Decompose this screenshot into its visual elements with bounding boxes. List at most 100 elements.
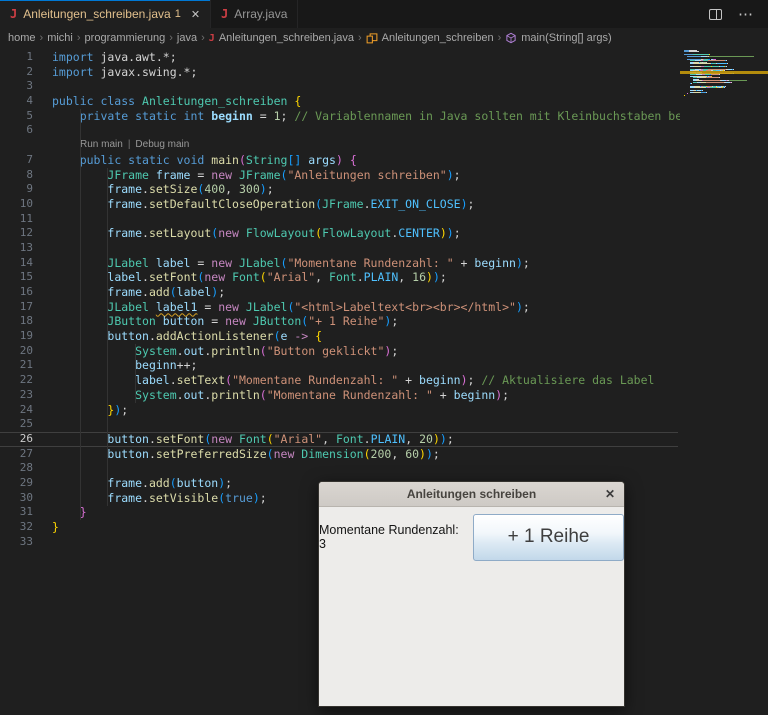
code-line[interactable]: 1 import java.awt.*;	[0, 50, 680, 65]
breadcrumb-separator: ›	[497, 32, 502, 44]
rounds-label: Momentane Rundenzahl: 3	[319, 523, 459, 551]
code-line[interactable]: 26 button.setFont(new Font("Arial", Font…	[0, 431, 680, 447]
code-line[interactable]: 5 private static int beginn = 1; // Vari…	[0, 109, 680, 124]
code-text: button.setPreferredSize(new Dimension(20…	[107, 446, 440, 461]
code-line[interactable]: 7 public static void main(String[] args)…	[0, 153, 680, 168]
code-line[interactable]: 18 JButton button = new JButton("+ 1 Rei…	[0, 314, 680, 329]
line-number: 3	[26, 79, 33, 93]
indent-guide	[135, 344, 137, 403]
codelens-debug-link[interactable]: Debug main	[135, 138, 189, 153]
tab-anleitungen-schreiben[interactable]: J Anleitungen_schreiben.java 1 ✕	[0, 0, 212, 28]
codelens: Run main | Debug main	[0, 138, 680, 153]
line-number: 31	[19, 505, 33, 519]
line-number: 14	[19, 255, 33, 269]
split-editor-icon[interactable]	[709, 8, 722, 20]
code-line[interactable]: 16 frame.add(label);	[0, 285, 680, 300]
line-number: 10	[19, 196, 33, 210]
breadcrumb-java[interactable]: java	[177, 32, 197, 44]
line-number: 25	[19, 417, 33, 431]
code-text: public class Anleitungen_schreiben {	[52, 94, 302, 109]
swing-titlebar[interactable]: Anleitungen schreiben ✕	[319, 482, 624, 507]
code-text: System.out.println("Button geklickt");	[135, 343, 399, 358]
code-text: beginn++;	[135, 358, 198, 373]
code-text: }	[79, 505, 87, 520]
code-text: import javax.swing.*;	[52, 64, 198, 79]
code-line[interactable]: 13	[0, 241, 680, 256]
breadcrumb-separator: ›	[357, 32, 362, 44]
code-line[interactable]: 24 });	[0, 403, 680, 418]
line-number: 33	[19, 534, 33, 548]
code-line[interactable]: 12 frame.setLayout(new FlowLayout(FlowLa…	[0, 226, 680, 241]
code-text: frame.add(label);	[107, 285, 226, 299]
editor-actions: ⋯	[709, 0, 768, 28]
code-line[interactable]: 10 frame.setDefaultCloseOperation(JFrame…	[0, 197, 680, 212]
tab-label: Anleitungen_schreiben.java	[23, 7, 171, 21]
code-line[interactable]: 8 JFrame frame = new JFrame("Anleitungen…	[0, 168, 680, 183]
code-text: JFrame frame = new JFrame("Anleitungen s…	[107, 167, 461, 182]
minimap-content	[680, 48, 768, 97]
code-line[interactable]: 11	[0, 212, 680, 227]
code-line[interactable]: 21 beginn++;	[0, 358, 680, 373]
breadcrumb-home[interactable]: home	[8, 32, 36, 44]
code-text: frame.setSize(400, 300);	[107, 182, 274, 197]
line-number: 15	[19, 270, 33, 284]
breadcrumb-class[interactable]: Anleitungen_schreiben	[366, 32, 494, 44]
code-line[interactable]: 3	[0, 79, 680, 94]
line-number: 5	[26, 108, 33, 122]
line-number: 29	[19, 475, 33, 489]
line-number: 21	[19, 358, 33, 372]
code-line[interactable]: 15 label.setFont(new Font("Arial", Font.…	[0, 270, 680, 285]
code-text: public static void main(String[] args) {	[79, 152, 357, 167]
code-text: button.setFont(new Font("Arial", Font.PL…	[107, 431, 454, 446]
line-number: 2	[26, 64, 33, 78]
code-text: }	[52, 520, 59, 534]
swing-window-title: Anleitungen schreiben	[406, 487, 537, 501]
close-icon[interactable]: ✕	[605, 482, 615, 506]
code-text: import java.awt.*;	[52, 50, 177, 64]
line-number: 26	[19, 431, 33, 445]
code-line[interactable]: 23 System.out.println("Momentane Rundenz…	[0, 388, 680, 403]
swing-content: Momentane Rundenzahl: 3 + 1 Reihe	[319, 507, 624, 563]
minimap[interactable]	[680, 48, 768, 715]
code-line[interactable]: 20 System.out.println("Button geklickt")…	[0, 344, 680, 359]
add-row-button[interactable]: + 1 Reihe	[473, 513, 624, 561]
code-line[interactable]: 2 import javax.swing.*;	[0, 65, 680, 80]
code-text: frame.add(button);	[107, 475, 233, 490]
code-line[interactable]: 9 frame.setSize(400, 300);	[0, 182, 680, 197]
breadcrumb-method[interactable]: main(String[] args)	[505, 32, 612, 44]
line-number: 7	[26, 152, 33, 166]
codelens-run-link[interactable]: Run main	[80, 138, 123, 153]
line-number: 19	[19, 329, 33, 343]
breadcrumb-programmierung[interactable]: programmierung	[85, 32, 166, 44]
code-text: label.setText("Momentane Rundenzahl: " +…	[135, 373, 655, 388]
breadcrumb-michi[interactable]: michi	[47, 32, 73, 44]
code-line[interactable]: 6	[0, 123, 680, 138]
breadcrumb-file[interactable]: J Anleitungen_schreiben.java	[209, 32, 354, 44]
code-line[interactable]: 14 JLabel label = new JLabel("Momentane …	[0, 256, 680, 271]
code-line[interactable]: 22 label.setText("Momentane Rundenzahl: …	[0, 373, 680, 388]
code-line[interactable]: 28	[0, 461, 680, 476]
code-line[interactable]: 27 button.setPreferredSize(new Dimension…	[0, 447, 680, 462]
code-line[interactable]: 25	[0, 417, 680, 432]
minimap-warning-marker	[680, 71, 768, 74]
java-file-icon: J	[208, 32, 215, 44]
tab-array-java[interactable]: J Array.java	[211, 0, 299, 28]
code-text: frame.setDefaultCloseOperation(JFrame.EX…	[107, 196, 475, 211]
close-icon[interactable]: ✕	[191, 8, 200, 21]
line-number: 1	[26, 50, 33, 63]
line-number: 27	[19, 446, 33, 460]
code-text: private static int beginn = 1; // Variab…	[79, 108, 680, 123]
code-line[interactable]: 4 public class Anleitungen_schreiben {	[0, 94, 680, 109]
code-line[interactable]: 17 JLabel label1 = new JLabel("<html>Lab…	[0, 300, 680, 315]
code-line[interactable]: 19 button.addActionListener(e -> {	[0, 329, 680, 344]
line-number: 8	[26, 167, 33, 181]
more-actions-icon[interactable]: ⋯	[738, 5, 754, 23]
indent-guide	[107, 167, 109, 506]
indent-guide	[79, 108, 81, 521]
java-file-icon: J	[10, 7, 18, 21]
